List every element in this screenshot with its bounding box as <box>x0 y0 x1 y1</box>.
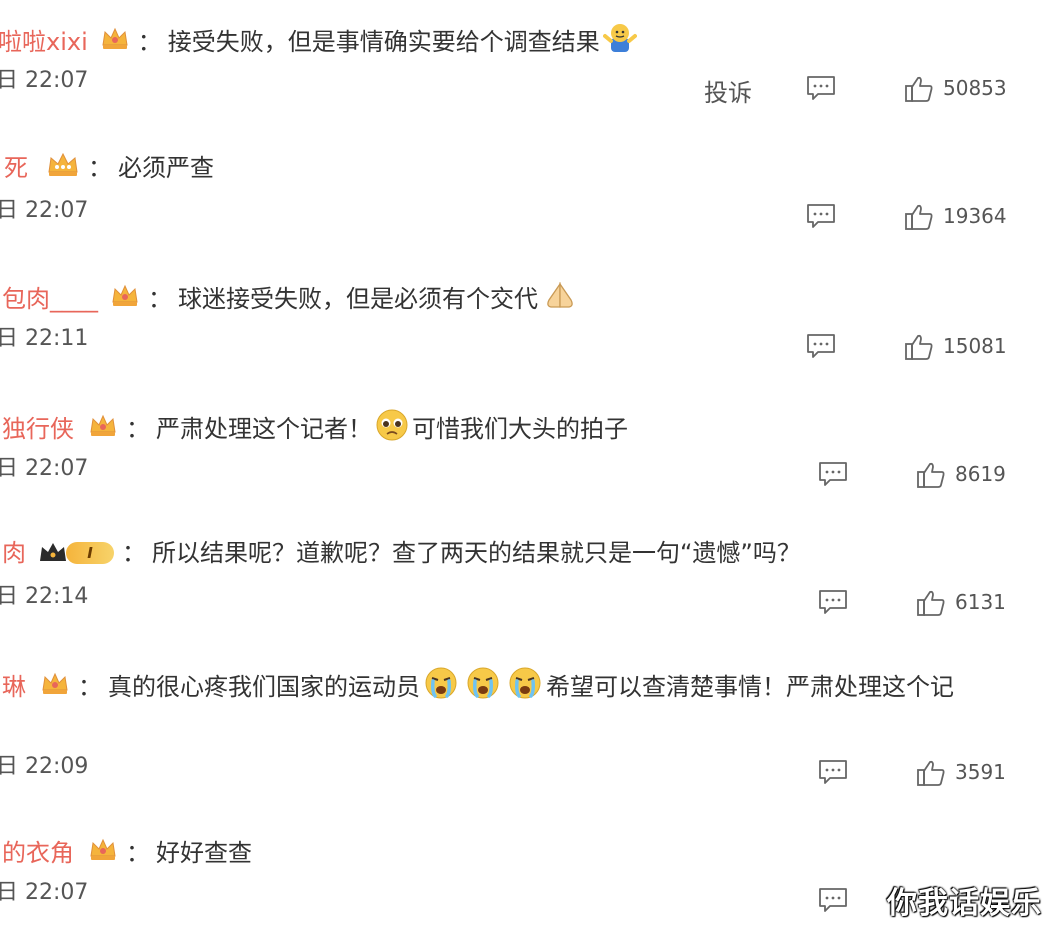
comment-actions: 6131 <box>0 586 1058 620</box>
comment-text: 必须严查 <box>118 153 214 182</box>
comment-header: 肉 I ： 所以结果呢？道歉呢？查了两天的结果就只是一句“遗憾”吗？ <box>2 538 801 568</box>
username-link[interactable]: 的衣角 <box>2 838 74 868</box>
comment-header: 包肉____ ： 球迷接受失败，但是必须有个交代 <box>2 280 582 317</box>
username-link[interactable]: 独行侠 <box>2 414 74 444</box>
crown-badge-icon <box>46 150 80 185</box>
comment-icon[interactable] <box>806 203 836 229</box>
comment-actions: 19364 <box>0 200 1058 234</box>
comment-actions: 15081 <box>0 330 1058 364</box>
like-count: 19364 <box>943 204 1007 228</box>
comment-text-continued: 可惜我们大头的拍子 <box>412 414 628 443</box>
username-link[interactable]: 啦啦xixi <box>0 27 88 57</box>
comment-actions: 8619 <box>0 458 1058 492</box>
crying-emoji-icon <box>423 666 459 707</box>
separator: ： <box>78 672 102 701</box>
separator: ： <box>88 153 112 182</box>
username-link[interactable]: 琳 <box>2 672 26 702</box>
thumbs-up-icon[interactable] <box>916 461 946 489</box>
crown-badge-icon <box>110 282 140 315</box>
username-link[interactable]: 肉 <box>2 538 26 568</box>
comment-text: 球迷接受失败，但是必须有个交代 <box>178 284 538 313</box>
comment-icon[interactable] <box>818 461 848 487</box>
username-link[interactable]: 包肉____ <box>2 284 98 314</box>
thumbs-up-icon[interactable] <box>916 589 946 617</box>
comment-icon[interactable] <box>806 75 836 101</box>
pray-emoji-icon <box>541 280 579 317</box>
comment-text: 所以结果呢？道歉呢？查了两天的结果就只是一句“遗憾”吗？ <box>152 539 801 567</box>
comment-icon[interactable] <box>818 589 848 615</box>
crown-badge-icon <box>40 670 70 703</box>
vip-level-badge: I <box>38 541 114 565</box>
like-count: 15081 <box>943 334 1007 358</box>
comment-header: 死 ： 必须严查 <box>4 150 214 185</box>
comment-text: 接受失败，但是事情确实要给个调查结果 <box>167 27 600 56</box>
comment-actions: 3591 <box>0 756 1058 790</box>
username-link[interactable]: 死 <box>4 153 28 183</box>
pleading-emoji-icon <box>375 408 409 449</box>
thumbs-up-icon[interactable] <box>904 333 934 361</box>
like-count: 6131 <box>955 590 1006 614</box>
crown-badge-icon <box>100 25 130 58</box>
comment-icon[interactable] <box>818 887 848 913</box>
shrug-emoji-icon <box>602 22 637 61</box>
report-link[interactable]: 投诉 <box>704 73 752 108</box>
thumbs-up-icon[interactable] <box>904 203 934 231</box>
comment-list-page: 啦啦xixi ： 接受失败，但是事情确实要给个调查结果 日 22:07 投诉 5… <box>0 0 1058 934</box>
comment-text: 真的很心疼我们国家的运动员 <box>108 672 420 701</box>
comment-header: 琳 ： 真的很心疼我们国家的运动员 希望可以查清楚事情！严肃处理这个记 <box>2 666 954 707</box>
like-count: 50853 <box>943 76 1007 100</box>
comment-header: 啦啦xixi ： 接受失败，但是事情确实要给个调查结果 <box>0 22 640 61</box>
crying-emoji-icon <box>465 666 501 707</box>
separator: ： <box>126 414 150 443</box>
comment-header: 的衣角 ： 好好查查 <box>2 836 252 869</box>
comment-header: 独行侠 ： 严肃处理这个记者！ 可惜我们大头的拍子 <box>2 408 628 449</box>
comment-text-continued: 希望可以查清楚事情！严肃处理这个记 <box>546 672 954 701</box>
comment-actions: 投诉 50853 <box>0 72 1058 108</box>
comment-text: 好好查查 <box>156 838 252 867</box>
watermark-text: 你我话娱乐 <box>887 886 1042 921</box>
separator: ： <box>137 27 162 56</box>
like-count: 8619 <box>955 462 1006 486</box>
crown-badge-icon <box>88 836 118 869</box>
comment-text: 严肃处理这个记者！ <box>156 414 372 443</box>
like-count: 3591 <box>955 760 1006 784</box>
comment-icon[interactable] <box>806 333 836 359</box>
thumbs-up-icon[interactable] <box>904 75 934 103</box>
comment-icon[interactable] <box>818 759 848 785</box>
separator: ： <box>122 539 146 567</box>
level-badge-label: I <box>66 542 114 564</box>
separator: ： <box>126 838 150 867</box>
crown-badge-icon <box>88 412 118 445</box>
crying-emoji-icon <box>507 666 543 707</box>
separator: ： <box>148 284 172 313</box>
thumbs-up-icon[interactable] <box>916 759 946 787</box>
